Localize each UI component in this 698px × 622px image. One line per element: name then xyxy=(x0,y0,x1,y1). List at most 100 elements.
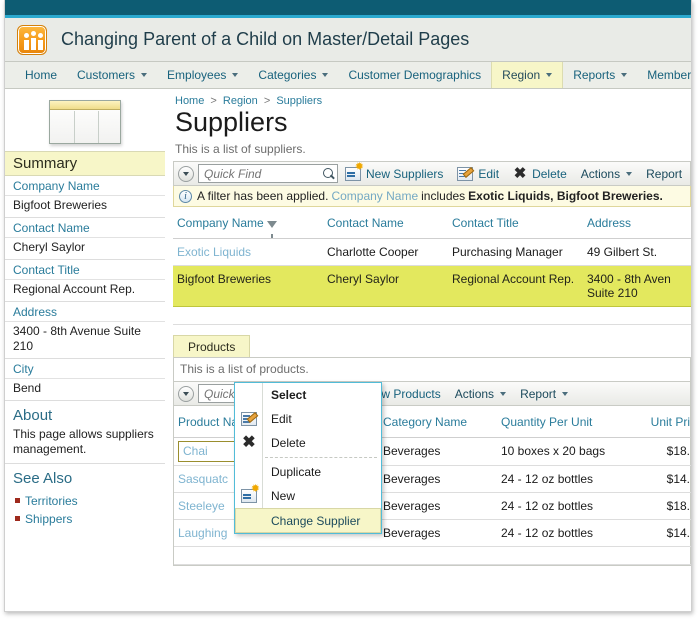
empty-cell xyxy=(174,547,691,565)
context-menu-item-duplicate[interactable]: Duplicate xyxy=(235,460,381,484)
cell-company-name[interactable]: Bigfoot Breweries xyxy=(173,266,323,307)
chevron-down-circle-icon[interactable] xyxy=(178,166,194,182)
page-title: Suppliers xyxy=(173,106,691,138)
products-tabstrip: Products xyxy=(173,335,691,357)
page-thumbnail-wrap xyxy=(5,93,165,151)
sidebar-see-also-title: See Also xyxy=(5,464,165,490)
cell-address: 3400 - 8th Aven Suite 210 xyxy=(583,266,691,307)
menu-item-reports[interactable]: Reports xyxy=(563,62,637,88)
suppliers-toolbar: New Suppliers Edit ✖ Delete Actions xyxy=(173,161,691,186)
main-content: Home > Region > Suppliers Suppliers This… xyxy=(165,89,691,566)
column-header-category-name[interactable]: Category Name xyxy=(379,406,497,438)
notice-text-middle: includes xyxy=(421,189,465,203)
context-menu-label: Duplicate xyxy=(271,465,321,479)
chevron-down-icon xyxy=(626,172,632,176)
sidebar-link-shippers[interactable]: Shippers xyxy=(25,510,165,528)
chevron-down-circle-icon[interactable] xyxy=(178,386,194,402)
context-menu-item-select[interactable]: Select xyxy=(235,383,381,407)
products-actions-menu-button[interactable]: Actions xyxy=(448,382,513,405)
cell-quantity-per-unit: 24 - 12 oz bottles xyxy=(497,466,632,493)
delete-x-icon: ✖ xyxy=(241,436,257,450)
table-row[interactable]: Bigfoot Breweries Cheryl Saylor Regional… xyxy=(173,266,691,307)
page-body: Summary Company Name Bigfoot Breweries C… xyxy=(5,89,691,608)
cell-company-name[interactable]: Exotic Liquids xyxy=(173,239,323,266)
context-menu-item-change-supplier[interactable]: Change Supplier xyxy=(235,508,381,533)
edit-pencil-icon xyxy=(241,412,257,426)
menu-item-customer-demographics[interactable]: Customer Demographics xyxy=(338,62,491,88)
context-menu-label: Select xyxy=(271,388,306,402)
column-header-contact-title[interactable]: Contact Title xyxy=(448,207,583,239)
report-menu-button[interactable]: Report xyxy=(639,162,689,185)
column-header-company-name[interactable]: Company Name xyxy=(173,207,323,239)
cell-quantity-per-unit: 24 - 12 oz bottles xyxy=(497,520,632,547)
context-menu-label: Delete xyxy=(271,436,306,450)
sidebar-field-value-city: Bend xyxy=(5,379,165,401)
chevron-down-icon xyxy=(546,73,552,77)
cell-quantity-per-unit: 10 boxes x 20 bags xyxy=(497,438,632,466)
menu-label: Customer Demographics xyxy=(348,68,481,82)
menu-label: Categories xyxy=(258,68,316,82)
context-menu-item-edit[interactable]: Edit xyxy=(235,407,381,431)
edit-pencil-icon xyxy=(457,167,473,181)
cell-unit-price: $18. xyxy=(632,438,691,466)
cell-quantity-per-unit: 24 - 12 oz bottles xyxy=(497,493,632,520)
table-row-empty xyxy=(174,547,691,565)
filter-funnel-icon[interactable] xyxy=(267,221,277,228)
new-record-icon xyxy=(241,489,257,503)
search-icon[interactable] xyxy=(321,166,337,182)
search-input[interactable] xyxy=(199,166,321,182)
sidebar-field-value-company-name: Bigfoot Breweries xyxy=(5,196,165,218)
menu-item-region[interactable]: Region xyxy=(491,62,563,88)
button-label: Report xyxy=(646,167,682,181)
cell-category-name: Beverages xyxy=(379,520,497,547)
context-menu-item-new[interactable]: New xyxy=(235,484,381,508)
button-label: New Suppliers xyxy=(366,167,443,181)
column-header-quantity-per-unit[interactable]: Quantity Per Unit xyxy=(497,406,632,438)
column-label: Company Name xyxy=(177,216,264,230)
tab-products[interactable]: Products xyxy=(173,335,250,357)
button-label: Actions xyxy=(455,387,494,401)
menu-label: Customers xyxy=(77,68,135,82)
notice-field-link[interactable]: Company Name xyxy=(331,189,418,203)
button-label: Delete xyxy=(532,167,567,181)
top-color-band xyxy=(5,0,691,18)
menu-label: Membership xyxy=(647,68,691,82)
context-menu-item-delete[interactable]: ✖ Delete xyxy=(235,431,381,455)
button-label: Edit xyxy=(478,167,499,181)
menu-item-home[interactable]: Home xyxy=(15,62,67,88)
app-header: Changing Parent of a Child on Master/Det… xyxy=(5,18,691,62)
edit-button[interactable]: Edit xyxy=(450,162,506,185)
actions-menu-button[interactable]: Actions xyxy=(574,162,639,185)
context-menu-label: Edit xyxy=(271,412,292,426)
column-header-contact-name[interactable]: Contact Name xyxy=(323,207,448,239)
menu-item-membership[interactable]: Membership xyxy=(637,62,691,88)
context-menu-separator xyxy=(265,457,377,458)
sidebar-link-territories[interactable]: Territories xyxy=(25,492,165,510)
filter-notice: i A filter has been applied. Company Nam… xyxy=(173,186,691,207)
notice-text: A filter has been applied. xyxy=(197,189,328,203)
menu-item-customers[interactable]: Customers xyxy=(67,62,157,88)
app-title: Changing Parent of a Child on Master/Det… xyxy=(61,29,469,50)
new-suppliers-button[interactable]: New Suppliers xyxy=(338,162,450,185)
cell-address: 49 Gilbert St. xyxy=(583,239,691,266)
notice-values: Exotic Liquids, Bigfoot Breweries. xyxy=(468,189,663,203)
menu-label: Reports xyxy=(573,68,615,82)
page-thumbnail-icon xyxy=(49,100,121,144)
suppliers-grid-header: Company Name Contact Name Contact Title … xyxy=(173,207,691,239)
sidebar-field-label-contact-title: Contact Title xyxy=(5,260,165,280)
cell-unit-price: $14. xyxy=(632,466,691,493)
menu-item-employees[interactable]: Employees xyxy=(157,62,248,88)
sidebar-about-title: About xyxy=(5,401,165,427)
menu-item-categories[interactable]: Categories xyxy=(248,62,338,88)
table-row[interactable]: Exotic Liquids Charlotte Cooper Purchasi… xyxy=(173,239,691,266)
context-menu-label: Change Supplier xyxy=(271,514,360,528)
new-record-icon xyxy=(345,167,361,181)
browser-frame: Changing Parent of a Child on Master/Det… xyxy=(4,0,692,612)
suppliers-quick-find-box[interactable] xyxy=(198,164,338,183)
delete-button[interactable]: ✖ Delete xyxy=(506,162,574,185)
column-header-address[interactable]: Address xyxy=(583,207,691,239)
column-header-unit-price[interactable]: Unit Pri xyxy=(632,406,691,438)
sidebar-field-label-city: City xyxy=(5,359,165,379)
products-report-menu-button[interactable]: Report xyxy=(513,382,575,405)
sidebar-summary-title: Summary xyxy=(5,151,165,176)
